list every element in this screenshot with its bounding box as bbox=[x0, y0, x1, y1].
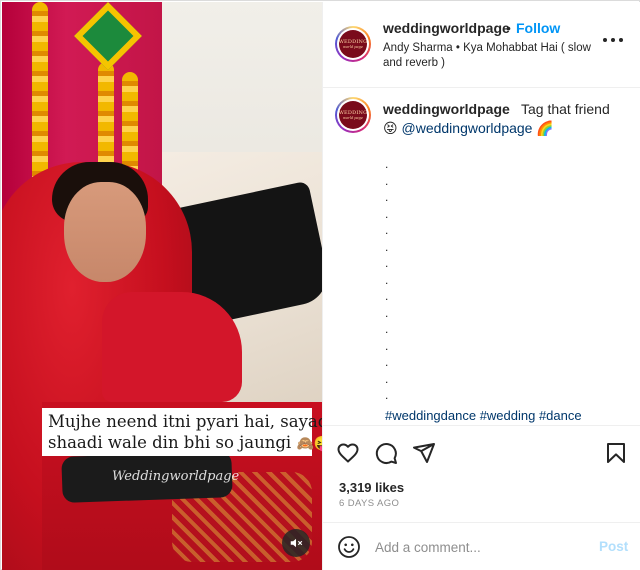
comment-icon bbox=[375, 443, 397, 464]
video-caption-line-2-text: shaadi wale din bhi so jaungi bbox=[48, 433, 292, 452]
caption-dot-line: . bbox=[385, 157, 389, 171]
comment-input[interactable] bbox=[375, 535, 585, 559]
avatar-ring: WEDDING world page bbox=[337, 28, 369, 60]
more-dot bbox=[603, 38, 607, 42]
emoji-picker-button[interactable] bbox=[337, 535, 361, 559]
caption-dot-line: . bbox=[385, 190, 389, 204]
audio-track-link[interactable]: Andy Sharma • Kya Mohabbat Hai ( slow an… bbox=[383, 41, 598, 71]
caption-dot-line: . bbox=[385, 322, 389, 336]
caption-dot-line: . bbox=[385, 272, 389, 287]
send-icon bbox=[413, 443, 435, 463]
heart-icon bbox=[337, 443, 359, 463]
likes-count[interactable]: 3,319 likes bbox=[339, 480, 404, 495]
post-video[interactable]: Mujhe neend itni pyari hai, sayad shaadi… bbox=[2, 2, 322, 570]
avatar-ring: WEDDING world page bbox=[337, 99, 369, 131]
comment-button[interactable] bbox=[373, 440, 399, 466]
caption-dot-line: . bbox=[385, 206, 389, 221]
more-dot bbox=[619, 38, 623, 42]
header-separator: • bbox=[506, 20, 511, 36]
caption-hashtags[interactable]: #weddingdance #wedding #dance bbox=[385, 408, 582, 423]
more-options-icon[interactable] bbox=[601, 32, 625, 48]
post-comment-button[interactable]: Post bbox=[599, 539, 628, 554]
video-caption-line-1: Mujhe neend itni pyari hai, sayad bbox=[48, 412, 322, 431]
caption-dot-line: . bbox=[385, 371, 389, 386]
video-caption-overlay: Mujhe neend itni pyari hai, sayad shaadi… bbox=[42, 408, 322, 456]
avatar-logo-subtext: world page bbox=[343, 115, 363, 120]
speaker-muted-icon bbox=[290, 538, 303, 548]
avatar-logo: WEDDING world page bbox=[339, 101, 367, 129]
add-comment-bar: Post bbox=[323, 522, 640, 570]
caption-dot-line: . bbox=[385, 173, 389, 188]
post-header: WEDDING world page weddingworldpage • Fo… bbox=[323, 2, 640, 88]
caption-dot-line: . bbox=[385, 355, 389, 369]
caption-line-2: 😝 @weddingworldpage 🌈 bbox=[383, 120, 554, 137]
caption-rainbow-emoji: 🌈 bbox=[536, 120, 554, 136]
caption-avatar[interactable]: WEDDING world page bbox=[335, 97, 371, 133]
video-caption-line-2: shaadi wale din bhi so jaungi 🙈😝 bbox=[48, 432, 322, 455]
caption-dot-line: . bbox=[385, 305, 389, 320]
caption-dot-line: . bbox=[385, 388, 389, 402]
post-caption-section: WEDDING world page weddingworldpage Tag … bbox=[323, 89, 640, 425]
mute-toggle-button[interactable] bbox=[282, 529, 310, 557]
share-button[interactable] bbox=[411, 440, 437, 466]
caption-dot-line: . bbox=[385, 256, 389, 270]
avatar-logo: WEDDING world page bbox=[339, 30, 367, 58]
header-username[interactable]: weddingworldpage bbox=[383, 20, 510, 36]
video-bride-face bbox=[64, 182, 146, 282]
smiley-icon bbox=[338, 536, 360, 558]
post-details-panel: WEDDING world page weddingworldpage • Fo… bbox=[322, 2, 640, 570]
bookmark-icon bbox=[607, 443, 625, 463]
post-timestamp[interactable]: 6 DAYS AGO bbox=[339, 498, 399, 509]
instagram-post-frame: Mujhe neend itni pyari hai, sayad shaadi… bbox=[0, 0, 640, 570]
video-caption-emojis: 🙈😝 bbox=[296, 436, 322, 452]
caption-dot-line: . bbox=[385, 289, 389, 303]
video-bride-shoulder bbox=[102, 292, 242, 402]
more-dot bbox=[611, 38, 615, 42]
caption-dot-line: . bbox=[385, 239, 389, 254]
caption-dots: ............... bbox=[385, 157, 395, 405]
caption-dot-line: . bbox=[385, 223, 389, 237]
like-button[interactable] bbox=[335, 440, 361, 466]
post-actions: 3,319 likes 6 DAYS AGO bbox=[323, 425, 640, 521]
caption-username[interactable]: weddingworldpage bbox=[383, 101, 510, 117]
caption-dot-line: . bbox=[385, 338, 389, 353]
caption-emoji: 😝 bbox=[383, 120, 398, 136]
video-watermark: Weddingworldpage bbox=[112, 469, 240, 484]
avatar[interactable]: WEDDING world page bbox=[335, 26, 371, 62]
caption-mention-link[interactable]: @weddingworldpage bbox=[402, 120, 533, 136]
save-button[interactable] bbox=[603, 440, 629, 466]
caption-text: Tag that friend bbox=[521, 101, 610, 117]
follow-button[interactable]: Follow bbox=[516, 20, 560, 36]
avatar-logo-subtext: world page bbox=[343, 44, 363, 49]
